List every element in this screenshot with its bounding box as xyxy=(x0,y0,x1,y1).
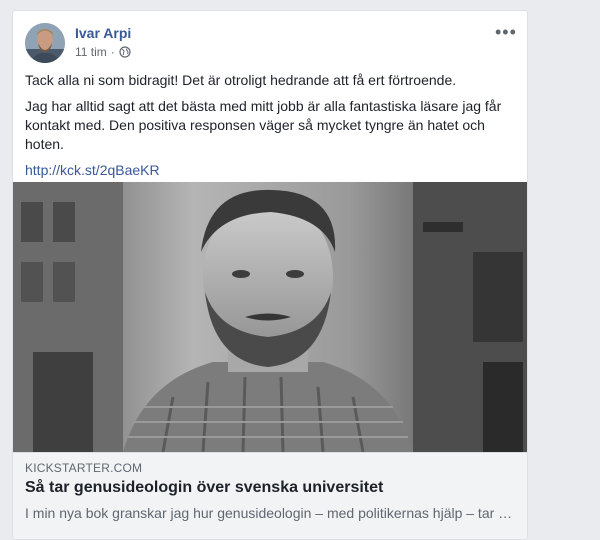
post-link[interactable]: http://kck.st/2qBaeKR xyxy=(25,162,160,178)
facebook-post: Ivar Arpi 11 tim · ••• Tack alla ni som … xyxy=(12,10,528,540)
link-preview-caption[interactable]: KICKSTARTER.COM Så tar genusideologin öv… xyxy=(13,452,527,539)
post-paragraph-1: Tack alla ni som bidragit! Det är otroli… xyxy=(25,72,457,88)
link-title[interactable]: Så tar genusideologin över svenska unive… xyxy=(25,479,383,497)
link-preview-image[interactable] xyxy=(13,182,527,452)
globe-icon[interactable] xyxy=(119,46,131,58)
post-body: Tack alla ni som bidragit! Det är otroli… xyxy=(25,71,515,180)
avatar[interactable] xyxy=(25,23,65,63)
link-domain: KICKSTARTER.COM xyxy=(25,461,143,475)
more-options-icon[interactable]: ••• xyxy=(495,23,516,41)
author-name[interactable]: Ivar Arpi xyxy=(75,25,131,41)
post-meta: 11 tim · xyxy=(75,45,131,59)
meta-separator: · xyxy=(110,45,115,59)
post-header: Ivar Arpi 11 tim · ••• xyxy=(25,23,516,63)
post-paragraph-2: Jag har alltid sagt att det bästa med mi… xyxy=(25,98,502,152)
post-timestamp[interactable]: 11 tim xyxy=(75,45,107,59)
link-description: I min nya bok granskar jag hur genusideo… xyxy=(25,505,517,521)
